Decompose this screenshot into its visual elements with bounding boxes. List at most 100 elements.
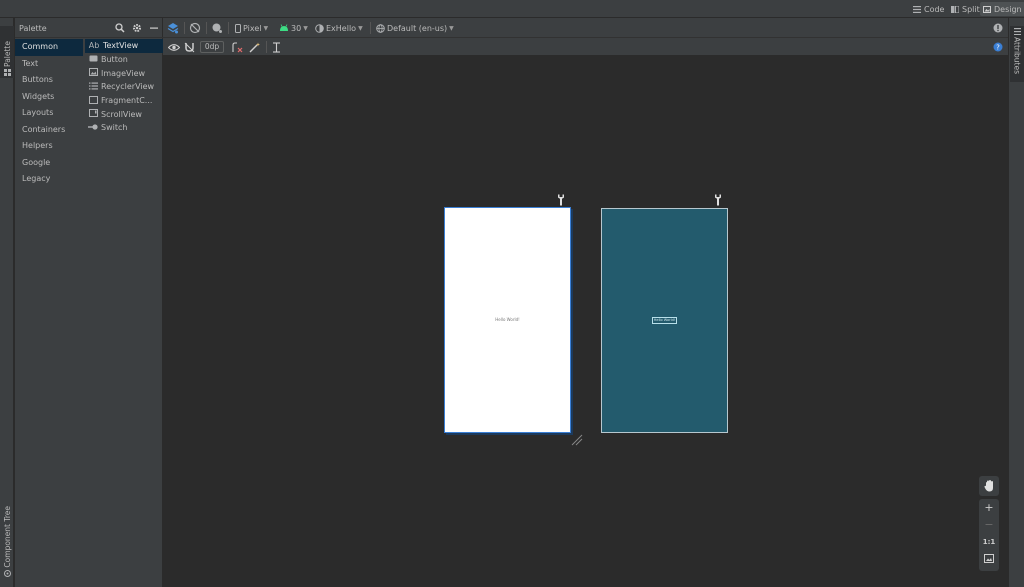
hello-world-blueprint-textview[interactable]: Hello World! — [652, 317, 677, 324]
hand-icon — [983, 480, 993, 492]
device-dropdown[interactable]: Pixel ▼ — [235, 21, 268, 35]
gear-icon[interactable] — [132, 23, 142, 33]
design-toolbar: Pixel ▼ 30 ▼ ExHello ▼ Default (en-us) ▼ — [163, 18, 1008, 38]
palette-side-tab[interactable]: Palette — [0, 26, 14, 78]
chevron-down-icon: ▼ — [263, 24, 269, 32]
api-level-dropdown[interactable]: 30 ▼ — [279, 21, 308, 35]
zoom-controls: + − 1:1 — [979, 499, 999, 571]
chevron-down-icon: ▼ — [449, 24, 454, 32]
component-tree-tab-icon — [3, 569, 11, 577]
attributes-side-tab-label: Attributes — [1012, 37, 1022, 75]
palette-category-legacy[interactable]: Legacy — [15, 171, 83, 188]
palette-category-containers[interactable]: Containers — [15, 122, 83, 139]
theme-dropdown[interactable]: ExHello ▼ — [315, 21, 363, 35]
pan-button[interactable] — [979, 476, 999, 496]
magic-wand-icon — [249, 42, 260, 52]
palette-widget-list: Ab TextView Button ImageView RecyclerView Fra… — [85, 39, 163, 135]
palette-widget-scrollview[interactable]: ScrollView — [85, 107, 163, 121]
code-view-button[interactable]: Code — [910, 2, 947, 16]
blueprint-surface[interactable]: Hello World! — [601, 208, 728, 433]
actual-size-label: 1:1 — [982, 537, 996, 546]
design-canvas[interactable]: Hello World! Hello World! + − 1:1 — [163, 57, 1008, 587]
minus-icon: − — [984, 518, 994, 531]
android-icon — [280, 24, 288, 31]
chevron-down-icon: ▼ — [303, 24, 308, 32]
zoom-out-button[interactable]: − — [979, 516, 999, 533]
guidelines-button[interactable] — [272, 40, 281, 54]
component-tree-side-tab[interactable]: Component Tree — [0, 504, 14, 587]
phone-icon — [235, 23, 241, 33]
resize-handle-icon[interactable] — [571, 434, 583, 446]
night-mode-button[interactable] — [211, 21, 223, 35]
palette-category-helpers[interactable]: Helpers — [15, 138, 83, 155]
zoom-actual-size-button[interactable]: 1:1 — [979, 533, 999, 550]
attributes-tab-icon — [1013, 28, 1021, 35]
component-tree-side-tab-label: Component Tree — [2, 506, 12, 568]
palette-category-google[interactable]: Google — [15, 155, 83, 172]
zoom-in-button[interactable]: + — [979, 499, 999, 516]
svg-text:?: ? — [996, 44, 1000, 52]
switch-icon — [88, 124, 98, 132]
palette-category-text[interactable]: Text — [15, 56, 83, 73]
palette-widget-fragmentc[interactable]: FragmentC... — [85, 94, 163, 108]
split-view-button[interactable]: Split — [948, 2, 983, 16]
code-icon — [913, 5, 921, 13]
infer-constraints-button[interactable] — [249, 40, 261, 54]
view-options-button[interactable] — [168, 40, 180, 54]
chevron-down-icon: ▼ — [358, 24, 363, 32]
scrollview-icon — [88, 109, 98, 119]
eye-icon — [168, 43, 180, 51]
toolbar-divider — [266, 41, 267, 53]
palette-widget-recyclerview[interactable]: RecyclerView — [85, 80, 163, 94]
split-icon — [951, 5, 959, 13]
palette-widget-textview[interactable]: Ab TextView — [85, 39, 163, 53]
device-label: Pixel — [243, 23, 262, 33]
design-surface[interactable]: Hello World! — [444, 207, 571, 433]
palette-widget-label: RecyclerView — [101, 82, 155, 92]
palette-category-layouts[interactable]: Layouts — [15, 105, 83, 122]
zoom-to-fit-button[interactable] — [979, 550, 999, 567]
palette-tab-icon — [3, 69, 11, 76]
button-icon — [88, 55, 98, 64]
minimize-icon[interactable] — [149, 23, 159, 33]
toolbar-divider — [370, 22, 371, 34]
autoconnect-button[interactable] — [184, 40, 195, 54]
locale-dropdown[interactable]: Default (en-us) ▼ — [376, 21, 454, 35]
default-margin-field[interactable]: 0dp — [200, 41, 224, 53]
toolbar-divider — [206, 22, 207, 34]
palette-widget-label: TextView — [103, 41, 139, 51]
design-icon — [983, 5, 991, 13]
help-icon: ? — [993, 42, 1003, 52]
palette-side-tab-label: Palette — [2, 41, 12, 67]
wrench-icon[interactable] — [556, 194, 566, 206]
code-view-label: Code — [924, 4, 945, 14]
palette-category-common[interactable]: Common — [15, 39, 83, 56]
plus-icon: + — [984, 501, 994, 514]
attributes-side-tab[interactable]: Attributes — [1010, 26, 1024, 82]
left-tool-strip: Palette Component Tree — [0, 18, 14, 587]
constraint-toolbar: 0dp ? — [163, 38, 1008, 56]
search-icon[interactable] — [115, 23, 125, 33]
palette-widget-imageview[interactable]: ImageView — [85, 66, 163, 80]
palette-category-widgets[interactable]: Widgets — [15, 89, 83, 106]
palette-widget-button[interactable]: Button — [85, 53, 163, 67]
palette-category-buttons[interactable]: Buttons — [15, 72, 83, 89]
issues-button[interactable] — [993, 21, 1003, 35]
palette-header: Palette — [15, 18, 163, 38]
help-button[interactable]: ? — [993, 40, 1003, 54]
design-view-button[interactable]: Design — [980, 2, 1024, 16]
clear-constraints-button[interactable] — [231, 40, 243, 54]
palette-widget-switch[interactable]: Switch — [85, 121, 163, 135]
toolbar-divider — [228, 22, 229, 34]
palette-widget-label: FragmentC... — [101, 96, 153, 106]
wrench-icon[interactable] — [713, 194, 723, 206]
theme-label: ExHello — [326, 23, 357, 33]
toolbar-divider — [184, 22, 185, 34]
palette-title: Palette — [19, 24, 47, 33]
clear-constraints-icon — [232, 41, 243, 52]
palette-widget-label: ImageView — [101, 68, 146, 78]
select-design-surface-button[interactable] — [167, 21, 179, 35]
orientation-button[interactable] — [189, 21, 201, 35]
hello-world-textview[interactable]: Hello World! — [445, 317, 570, 322]
locale-label: Default (en-us) — [387, 23, 448, 33]
